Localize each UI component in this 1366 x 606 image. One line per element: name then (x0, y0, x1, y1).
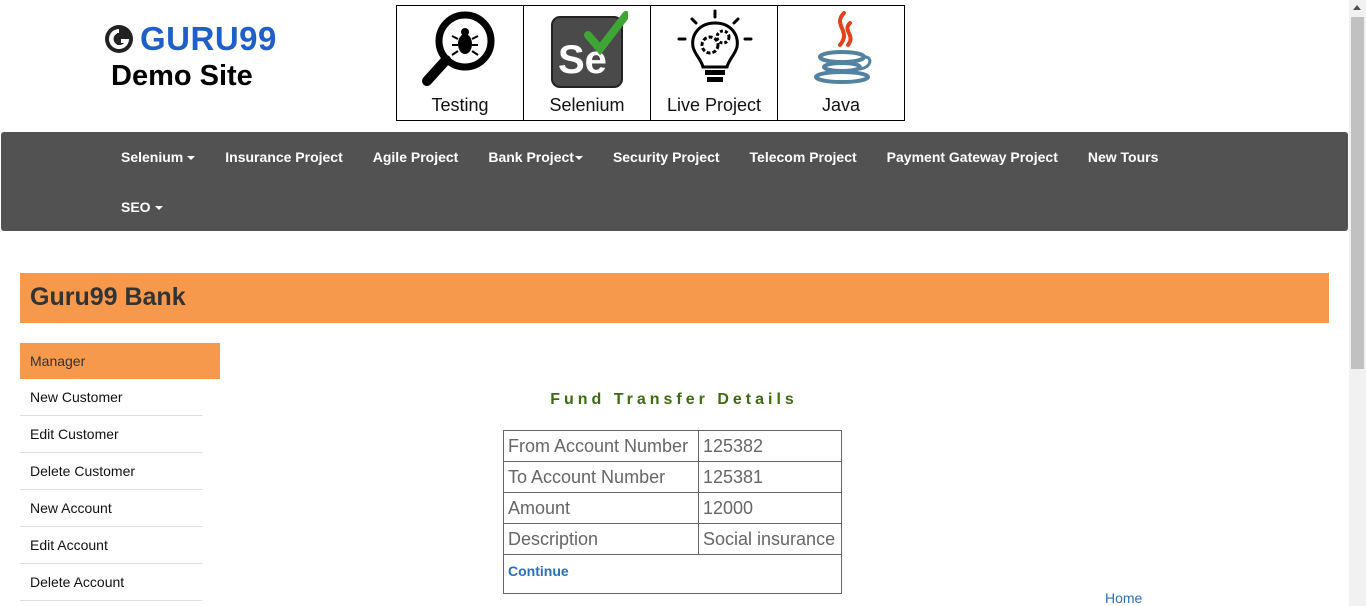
row-label: Amount (503, 492, 699, 524)
tile-label: Selenium (549, 95, 625, 115)
page-title: Fund Transfer Details (550, 391, 798, 408)
nav-new-tours[interactable]: New Tours (1073, 132, 1174, 182)
nav-row: SEO (106, 182, 178, 232)
tile-label: Live Project (666, 95, 762, 115)
magnifier-bug-icon (422, 11, 495, 86)
course-tiles: Testing Se Selenium Live Project Java (396, 5, 905, 121)
row-value: 12000 (698, 492, 842, 524)
nav-agile-project[interactable]: Agile Project (358, 132, 474, 182)
row-value: 125382 (698, 430, 842, 462)
nav-payment-gateway-project[interactable]: Payment Gateway Project (872, 132, 1073, 182)
row-value: 125381 (698, 461, 842, 493)
java-cup-icon (814, 11, 872, 84)
menu-item-manager[interactable]: Manager (20, 343, 220, 379)
tile-java[interactable]: Java (778, 6, 904, 120)
menu-item-edit-account[interactable]: Edit Account (20, 527, 202, 564)
tile-label: Testing (431, 95, 489, 115)
menu-item-edit-customer[interactable]: Edit Customer (20, 416, 202, 453)
nav-selenium[interactable]: Selenium (106, 132, 210, 182)
scroll-up-arrow-icon[interactable] (1353, 5, 1361, 10)
menu-item-delete-account[interactable]: Delete Account (20, 564, 202, 601)
logo-text: GURU99 (140, 20, 277, 57)
manager-menu: Manager New Customer Edit Customer Delet… (20, 343, 220, 601)
nav-telecom-project[interactable]: Telecom Project (735, 132, 872, 182)
caret-down-icon (154, 206, 163, 211)
row-value: Social insurance (698, 523, 842, 555)
site-logo[interactable]: GURU99 Demo Site (104, 20, 304, 93)
menu-item-new-customer[interactable]: New Customer (20, 379, 202, 416)
bank-banner: Guru99 Bank (20, 273, 1329, 323)
table-row: Continue (503, 554, 842, 594)
tile-live-project[interactable]: Live Project (651, 6, 778, 120)
selenium-logo-icon: Se (551, 11, 628, 88)
tile-label: Java (821, 95, 861, 115)
nav-insurance-project[interactable]: Insurance Project (210, 132, 358, 182)
vertical-scrollbar[interactable] (1349, 0, 1366, 606)
scrollbar-thumb[interactable] (1351, 17, 1364, 369)
nav-bank-project[interactable]: Bank Project (473, 132, 598, 182)
continue-link[interactable]: Continue (508, 563, 569, 579)
menu-item-delete-customer[interactable]: Delete Customer (20, 453, 202, 490)
table-row: To Account Number 125381 (503, 461, 842, 493)
row-label: Description (503, 523, 699, 555)
home-link[interactable]: Home (1105, 590, 1142, 606)
tile-selenium[interactable]: Se Selenium (524, 6, 651, 120)
logo-subtitle: Demo Site (111, 60, 253, 92)
caret-down-icon (187, 156, 196, 161)
tile-testing[interactable]: Testing (397, 6, 524, 120)
menu-item-new-account[interactable]: New Account (20, 490, 202, 527)
lightbulb-gears-icon (677, 9, 753, 82)
nav-row: Selenium Insurance Project Agile Project… (106, 132, 1173, 182)
nav-security-project[interactable]: Security Project (598, 132, 735, 182)
guru99-logo-icon (105, 25, 133, 53)
fund-transfer-table: From Account Number 125382 To Account Nu… (503, 430, 842, 594)
caret-down-icon (574, 156, 583, 161)
row-label: From Account Number (503, 430, 699, 462)
row-label: To Account Number (503, 461, 699, 493)
continue-cell: Continue (503, 554, 842, 594)
main-navbar: Selenium Insurance Project Agile Project… (1, 132, 1348, 231)
table-row: Description Social insurance (503, 523, 842, 555)
table-row: Amount 12000 (503, 492, 842, 524)
bank-title: Guru99 Bank (30, 283, 186, 311)
table-row: From Account Number 125382 (503, 430, 842, 462)
nav-seo[interactable]: SEO (106, 182, 178, 232)
